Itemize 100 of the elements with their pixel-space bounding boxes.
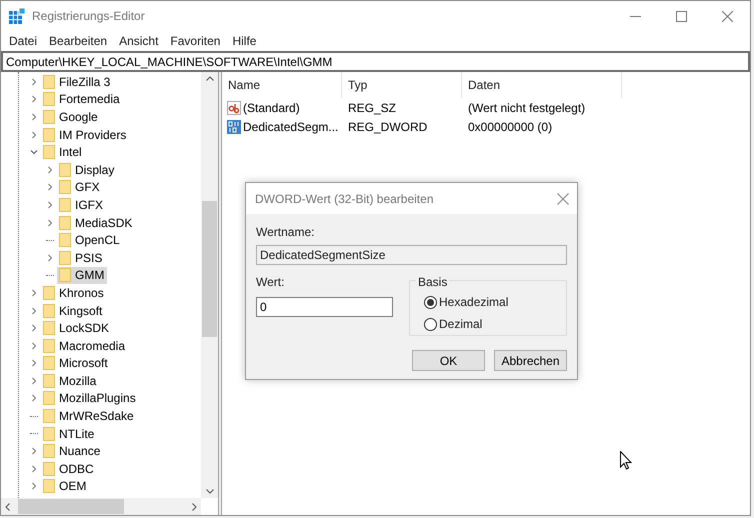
registry-grid-icon: [9, 8, 25, 24]
tree-item[interactable]: MrWReSdake: [41, 407, 137, 425]
chevron-down-icon[interactable]: [30, 148, 38, 156]
folder-icon: [43, 128, 55, 142]
value-field[interactable]: 0: [256, 297, 393, 317]
tree-item[interactable]: Kingsoft: [41, 302, 106, 320]
folder-icon: [43, 304, 55, 318]
folder-icon: [59, 180, 71, 194]
scroll-thumb[interactable]: [202, 201, 217, 337]
tree-item[interactable]: Fortemedia: [41, 90, 123, 108]
tree-item[interactable]: Google: [41, 108, 101, 126]
tree-item[interactable]: MozillaPlugins: [41, 390, 139, 408]
folder-icon: [43, 286, 55, 300]
radio-option[interactable]: Hexadezimal: [424, 293, 566, 311]
vertical-scrollbar[interactable]: [201, 72, 218, 498]
field-label: Wert:: [256, 274, 286, 291]
dialog-button[interactable]: Abbrechen: [494, 350, 567, 371]
folder-icon: [59, 162, 71, 177]
tree-item[interactable]: NTLite: [41, 424, 98, 442]
binary-value-icon: [227, 120, 241, 134]
chevron-right-icon[interactable]: [46, 200, 54, 209]
menu-item[interactable]: Hilfe: [226, 32, 262, 50]
radio-option[interactable]: Dezimal: [424, 315, 566, 333]
folder-icon: [43, 110, 55, 124]
folder-icon: [43, 356, 55, 370]
chevron-right-icon[interactable]: [46, 254, 54, 262]
column-header[interactable]: Typ: [342, 72, 462, 98]
chevron-right-icon[interactable]: [30, 78, 38, 86]
table-cell-text: REG_DWORD: [347, 118, 428, 136]
tree-item[interactable]: Khronos: [41, 284, 107, 302]
table-cell-text: (Standard): [243, 100, 300, 116]
table-cell-text: 0x00000000 (0): [467, 118, 552, 136]
window-title: Registrierungs-Editor: [32, 8, 145, 25]
chevron-right-icon[interactable]: [46, 183, 54, 192]
chevron-right-icon[interactable]: [30, 130, 38, 139]
menu-item[interactable]: Favoriten: [164, 32, 226, 50]
folder-icon: [43, 92, 55, 106]
scroll-down-icon[interactable]: [206, 489, 214, 494]
tree-item[interactable]: Mozilla: [41, 372, 100, 390]
menu-item[interactable]: Ansicht: [113, 32, 164, 50]
folder-icon: [43, 321, 55, 336]
table-cell-text: DedicatedSegm...: [243, 118, 338, 136]
folder-icon: [43, 444, 55, 458]
tree-item[interactable]: IM Providers: [41, 126, 130, 144]
folder-icon: [59, 216, 71, 230]
chevron-right-icon[interactable]: [30, 464, 38, 473]
address-field[interactable]: Computer\HKEY_LOCAL_MACHINE\SOFTWARE\Intel\GMM: [1, 51, 750, 72]
horizontal-scrollbar[interactable]: [1, 498, 201, 515]
tree-item[interactable]: MediaSDK: [57, 214, 136, 232]
chevron-right-icon[interactable]: [30, 447, 38, 456]
column-header[interactable]: Name: [222, 72, 342, 98]
menu-item[interactable]: Bearbeiten: [43, 32, 114, 50]
tree-item[interactable]: OEM: [41, 478, 90, 496]
folder-icon: [43, 426, 55, 441]
tree-item[interactable]: FileZilla 3: [41, 73, 114, 91]
radio-button[interactable]: [424, 318, 437, 330]
field-label: Wertname:: [256, 224, 316, 241]
radio-button[interactable]: [424, 296, 437, 308]
tree-item[interactable]: Microsoft: [41, 354, 111, 372]
folder-icon: [43, 391, 55, 406]
chevron-right-icon[interactable]: [30, 376, 38, 385]
scroll-right-icon[interactable]: [192, 502, 197, 510]
folder-icon: [43, 479, 55, 494]
tree-item[interactable]: Nuance: [41, 442, 104, 460]
maximize-icon[interactable]: [676, 10, 686, 22]
chevron-right-icon[interactable]: [30, 288, 38, 297]
chevron-right-icon[interactable]: [46, 218, 54, 227]
tree-item[interactable]: GFX: [57, 178, 103, 196]
chevron-right-icon[interactable]: [46, 166, 54, 174]
tree-item[interactable]: ODBC: [41, 460, 97, 478]
tree-item[interactable]: Display: [57, 160, 118, 179]
folder-icon: [59, 250, 71, 265]
tree-item[interactable]: IGFX: [57, 196, 106, 214]
tree-item[interactable]: Intel: [41, 143, 85, 161]
chevron-right-icon[interactable]: [30, 394, 38, 402]
menu-item[interactable]: Datei: [3, 32, 44, 50]
chevron-right-icon[interactable]: [30, 306, 38, 315]
tree-item[interactable]: GMM: [57, 266, 108, 284]
tree-item[interactable]: Macromedia: [41, 336, 128, 354]
chevron-right-icon[interactable]: [30, 342, 38, 350]
chevron-right-icon[interactable]: [30, 482, 38, 490]
chevron-right-icon[interactable]: [30, 112, 38, 121]
scroll-up-icon[interactable]: [206, 76, 214, 81]
folder-icon: [59, 198, 71, 212]
column-header[interactable]: Daten: [462, 72, 622, 98]
folder-icon: [43, 374, 55, 388]
close-icon[interactable]: [722, 10, 732, 22]
scroll-left-icon[interactable]: [5, 502, 10, 510]
dialog-button[interactable]: OK: [412, 350, 485, 371]
tree-item[interactable]: OpenCL: [57, 231, 123, 249]
close-icon[interactable]: [557, 192, 569, 204]
folder-icon: [59, 268, 71, 282]
folder-icon: [43, 462, 55, 476]
chevron-right-icon[interactable]: [30, 95, 38, 104]
chevron-right-icon[interactable]: [30, 359, 38, 368]
tree-item[interactable]: LockSDK: [41, 319, 112, 337]
scroll-thumb[interactable]: [18, 499, 124, 514]
chevron-right-icon[interactable]: [30, 324, 38, 332]
tree-item[interactable]: PSIS: [57, 248, 106, 267]
dialog-title: DWORD-Wert (32-Bit) bearbeiten: [255, 190, 434, 208]
